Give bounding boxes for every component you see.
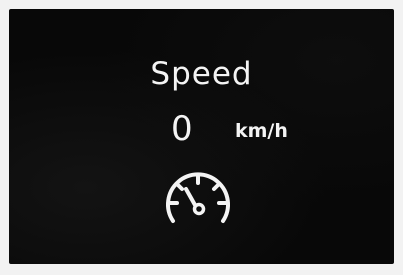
speed-value: 0 bbox=[171, 109, 193, 149]
speed-unit: km/h bbox=[235, 120, 288, 142]
speedometer-icon bbox=[166, 172, 230, 223]
speed-label: Speed bbox=[150, 56, 253, 92]
speed-screen: Speed 0 km/h bbox=[9, 9, 394, 264]
display-bezel: Speed 0 km/h bbox=[0, 0, 403, 275]
